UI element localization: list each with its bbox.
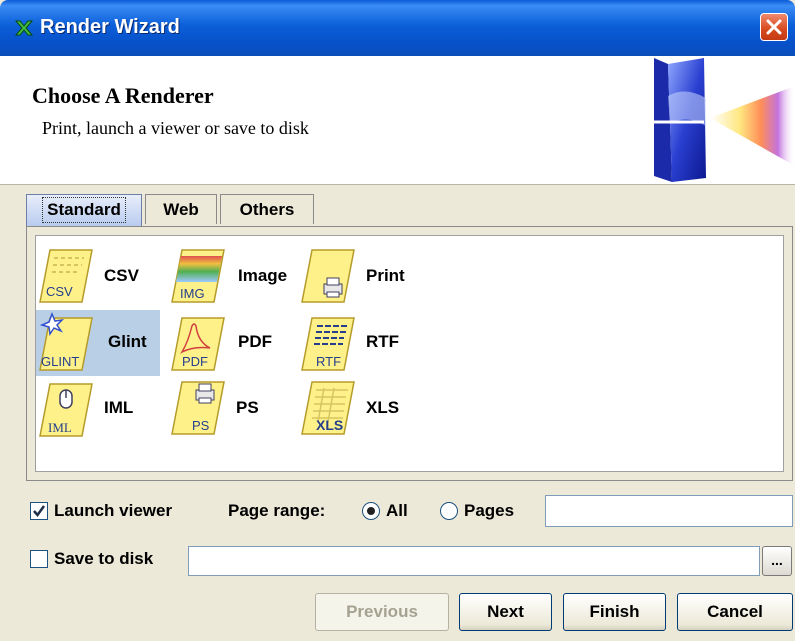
svg-text:PDF: PDF	[182, 354, 208, 369]
renderer-label: IML	[104, 398, 134, 417]
renderer-label: Print	[366, 266, 405, 285]
renderer-print[interactable]: Print	[298, 244, 422, 310]
page-title: Choose A Renderer	[32, 83, 214, 108]
wizard-header: Choose A Renderer Print, launch a viewer…	[0, 56, 795, 185]
cancel-button[interactable]: Cancel	[677, 593, 793, 631]
iml-file-icon: IML	[39, 383, 93, 437]
ps-file-icon: PS	[171, 381, 225, 435]
page-range-all-label: All	[386, 501, 408, 520]
svg-text:IML: IML	[48, 420, 72, 435]
page-range-pages-label: Pages	[464, 501, 515, 520]
tab-web[interactable]: Web	[145, 194, 217, 224]
renderer-label: XLS	[366, 398, 400, 417]
save-to-disk-checkbox[interactable]	[30, 550, 48, 568]
renderer-iml[interactable]: IML IML	[36, 376, 160, 442]
prism-illustration	[646, 58, 795, 182]
pages-input[interactable]	[545, 495, 793, 527]
renderer-label: CSV	[104, 266, 139, 285]
svg-text:PS: PS	[192, 418, 210, 433]
next-button[interactable]: Next	[459, 593, 552, 631]
renderer-glint[interactable]: GLINT Glint	[36, 310, 160, 376]
renderer-label: Image	[238, 266, 288, 285]
radio-selected-dot	[367, 507, 375, 515]
renderer-pdf[interactable]: PDF PDF	[168, 310, 292, 376]
renderer-image[interactable]: IMG Image	[168, 244, 292, 310]
pdf-file-icon: PDF	[171, 317, 225, 371]
page-range-all-radio[interactable]	[362, 502, 380, 520]
page-range-pages-radio[interactable]	[440, 502, 458, 520]
tab-others-label: Others	[239, 200, 295, 219]
xls-file-icon: XLS	[301, 381, 355, 435]
renderer-label: PS	[236, 398, 259, 417]
renderer-label: Glint	[108, 332, 147, 351]
tab-standard-label: Standard	[42, 197, 126, 223]
print-file-icon	[301, 249, 355, 303]
close-icon	[766, 19, 782, 35]
svg-text:XLS: XLS	[316, 417, 343, 433]
renderer-label: RTF	[366, 332, 400, 351]
finish-button[interactable]: Finish	[563, 593, 666, 631]
browse-button[interactable]: ...	[762, 546, 792, 576]
renderer-label: PDF	[238, 332, 272, 351]
page-subtitle: Print, launch a viewer or save to disk	[42, 118, 309, 138]
app-icon	[14, 20, 34, 36]
svg-text:RTF: RTF	[316, 354, 341, 369]
renderer-ps[interactable]: PS PS	[168, 376, 292, 442]
title-bar: Render Wizard	[0, 0, 795, 56]
svg-text:GLINT: GLINT	[41, 354, 79, 369]
tab-content-panel: CSV CSV IMG Image Print GLINT Glint PDF …	[26, 226, 793, 481]
renderer-list: CSV CSV IMG Image Print GLINT Glint PDF …	[35, 235, 784, 472]
tab-standard[interactable]: Standard	[26, 194, 142, 226]
launch-viewer-label: Launch viewer	[54, 501, 173, 520]
checkmark-icon	[33, 505, 46, 518]
svg-text:IMG: IMG	[180, 286, 205, 301]
close-button[interactable]	[760, 13, 788, 41]
tab-web-label: Web	[163, 200, 199, 219]
glint-file-icon: GLINT	[39, 312, 93, 371]
save-to-disk-label: Save to disk	[54, 549, 154, 568]
launch-viewer-checkbox[interactable]	[30, 502, 48, 520]
rtf-file-icon: RTF	[301, 317, 355, 371]
csv-file-icon: CSV	[39, 249, 93, 303]
svg-text:CSV: CSV	[46, 284, 73, 299]
save-path-input[interactable]	[188, 546, 760, 576]
page-range-label: Page range:	[228, 501, 326, 520]
renderer-rtf[interactable]: RTF RTF	[298, 310, 422, 376]
tab-others[interactable]: Others	[220, 194, 314, 224]
window-title: Render Wizard	[40, 16, 180, 38]
renderer-xls[interactable]: XLS XLS	[298, 376, 422, 442]
image-file-icon: IMG	[171, 249, 225, 303]
renderer-csv[interactable]: CSV CSV	[36, 244, 160, 310]
previous-button[interactable]: Previous	[315, 593, 449, 631]
